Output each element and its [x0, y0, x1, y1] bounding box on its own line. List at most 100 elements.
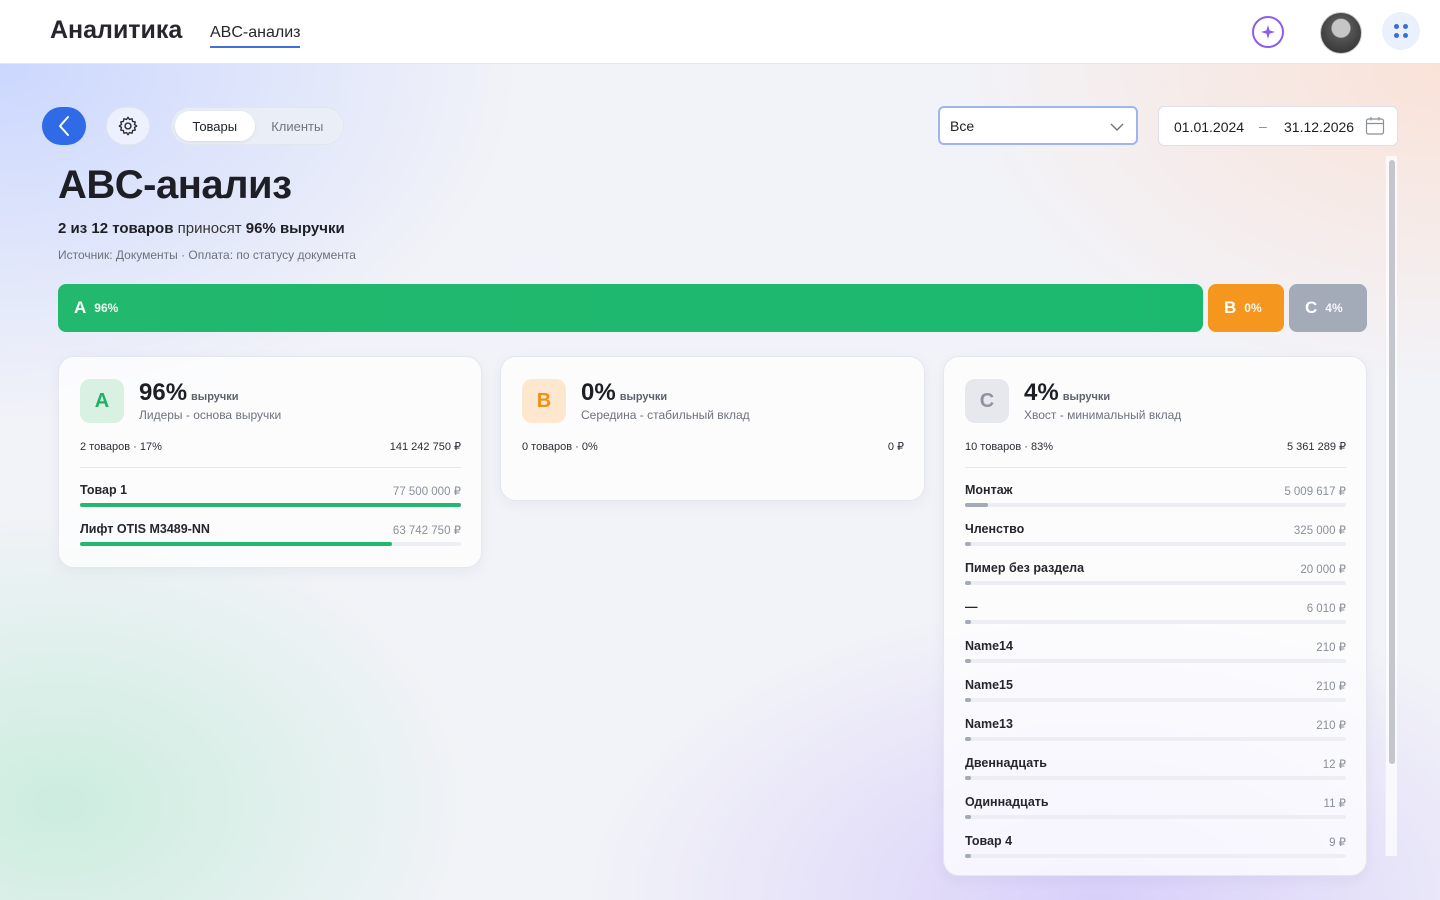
distribution-segment-c[interactable]: C 4%: [1289, 284, 1367, 332]
item-share-track: [965, 659, 1346, 663]
breadcrumb-abc[interactable]: ABC-анализ: [210, 24, 301, 48]
item-value: 20 000 ₽: [1300, 564, 1346, 576]
item-share-track: [80, 503, 461, 507]
segment-a-letter: A: [74, 298, 87, 317]
chevron-left-icon: [59, 116, 69, 136]
apps-grid-icon: [1394, 24, 1408, 38]
item-share-fill: [965, 581, 971, 585]
item-share-track: [965, 815, 1346, 819]
calendar-icon[interactable]: [1365, 116, 1385, 136]
class-a-pct-value: 96%: [139, 379, 188, 406]
list-item[interactable]: Членство 325 000 ₽: [965, 518, 1346, 557]
class-c-pct-label: выручки: [1062, 391, 1111, 403]
list-item[interactable]: Двеннадцать 12 ₽: [965, 752, 1346, 791]
class-badge-a: A: [80, 379, 124, 423]
item-share-track: [965, 503, 1346, 507]
class-c-description: Хвост - минимальный вклад: [1024, 408, 1182, 422]
segment-b-pct: 0%: [1244, 301, 1262, 315]
item-value: 210 ₽: [1316, 720, 1346, 732]
item-name: Членство: [965, 522, 1025, 536]
class-b-meta: 0 товаров · 0%: [522, 441, 598, 453]
list-item[interactable]: Одиннадцать 11 ₽: [965, 791, 1346, 830]
list-item[interactable]: Name15 210 ₽: [965, 674, 1346, 713]
list-item[interactable]: Name13 210 ₽: [965, 713, 1346, 752]
class-c-divider: [965, 467, 1346, 468]
summary-count: 2 из 12 товаров: [58, 220, 174, 237]
class-a-pct-label: выручки: [191, 391, 239, 403]
class-c-sum: 5 361 289 ₽: [1287, 441, 1346, 453]
item-value: 210 ₽: [1316, 642, 1346, 654]
list-item[interactable]: Товар 1 77 500 000 ₽: [80, 479, 461, 518]
top-bar: Аналитика ABC-анализ: [0, 0, 1440, 64]
settings-button[interactable]: [106, 107, 150, 145]
item-name: Name13: [965, 717, 1013, 731]
gear-icon: [118, 116, 138, 136]
item-name: Товар 4: [965, 834, 1013, 848]
class-badge-b: B: [522, 379, 566, 423]
distribution-segment-b[interactable]: B 0%: [1208, 284, 1284, 332]
class-c-pct: 4% выручки: [1024, 379, 1110, 407]
item-name: Name14: [965, 639, 1013, 653]
item-name: Монтаж: [965, 483, 1013, 497]
class-card-a: A 96% выручки Лидеры - основа выручки 2 т…: [58, 356, 482, 568]
item-share-fill: [965, 542, 971, 546]
item-value: 11 ₽: [1323, 798, 1346, 810]
item-name: Товар 1: [80, 483, 128, 497]
date-from[interactable]: 01.01.2024: [1174, 119, 1244, 135]
filter-select[interactable]: Все: [938, 106, 1138, 145]
distribution-segment-a[interactable]: A 96%: [58, 284, 1203, 332]
class-card-c: C 4% выручки Хвост - минимальный вклад 10…: [943, 356, 1367, 876]
class-b-pct-value: 0%: [581, 379, 616, 406]
item-name: —: [965, 600, 978, 614]
list-item[interactable]: Монтаж 5 009 617 ₽: [965, 479, 1346, 518]
date-to[interactable]: 31.12.2026: [1284, 119, 1354, 135]
app-title: Аналитика: [50, 16, 183, 44]
apps-menu-button[interactable]: [1382, 12, 1420, 50]
class-b-description: Середина - стабильный вклад: [581, 408, 750, 422]
item-share-fill: [965, 815, 971, 819]
item-value: 12 ₽: [1322, 759, 1346, 771]
sparkle-icon: [1261, 25, 1275, 39]
class-c-pct-value: 4%: [1024, 379, 1059, 406]
item-share-fill: [965, 659, 971, 663]
item-share-track: [80, 542, 461, 546]
item-value: 6 010 ₽: [1306, 603, 1346, 615]
entity-switch: Товары Клиенты: [171, 107, 344, 145]
list-item[interactable]: Лифт OTIS M3489-NN 63 742 750 ₽: [80, 518, 461, 557]
item-share-fill: [965, 620, 971, 624]
summary-share: 96% выручки: [245, 220, 345, 237]
item-share-fill: [80, 542, 393, 546]
item-share-track: [965, 620, 1346, 624]
list-item[interactable]: Name14 210 ₽: [965, 635, 1346, 674]
item-value: 9 ₽: [1329, 837, 1346, 849]
item-name: Лифт OTIS M3489-NN: [80, 522, 210, 536]
item-share-fill: [965, 737, 971, 741]
item-value: 77 500 000 ₽: [392, 486, 461, 498]
date-range-picker[interactable]: 01.01.2024 – 31.12.2026: [1158, 106, 1398, 146]
class-a-sum: 141 242 750 ₽: [389, 441, 461, 453]
page-scrollbar[interactable]: [1385, 156, 1397, 856]
class-card-b: B 0% выручки Середина - стабильный вклад …: [500, 356, 925, 501]
class-b-pct: 0% выручки: [581, 379, 667, 407]
tab-products[interactable]: Товары: [175, 111, 255, 141]
chevron-down-icon: [1110, 123, 1124, 131]
item-share-track: [965, 737, 1346, 741]
class-a-divider: [80, 467, 461, 468]
back-button[interactable]: [42, 107, 86, 145]
item-share-track: [965, 581, 1346, 585]
filter-select-value: Все: [950, 117, 975, 134]
list-item[interactable]: — 6 010 ₽: [965, 596, 1346, 635]
source-note: Источник: Документы · Оплата: по статусу…: [58, 248, 356, 262]
scrollbar-thumb[interactable]: [1389, 160, 1395, 764]
tab-clients[interactable]: Клиенты: [255, 111, 340, 141]
item-value: 5 009 617 ₽: [1284, 486, 1346, 498]
item-share-fill: [965, 698, 971, 702]
ai-assistant-button[interactable]: [1252, 16, 1284, 48]
page-title: ABC-анализ: [58, 163, 292, 207]
class-b-pct-label: выручки: [619, 391, 668, 403]
user-avatar[interactable]: [1320, 12, 1362, 54]
list-item[interactable]: Пимер без раздела 20 000 ₽: [965, 557, 1346, 596]
segment-a-pct: 96%: [94, 301, 119, 315]
list-item[interactable]: Товар 4 9 ₽: [965, 830, 1346, 869]
summary-mid: приносят: [173, 220, 246, 237]
